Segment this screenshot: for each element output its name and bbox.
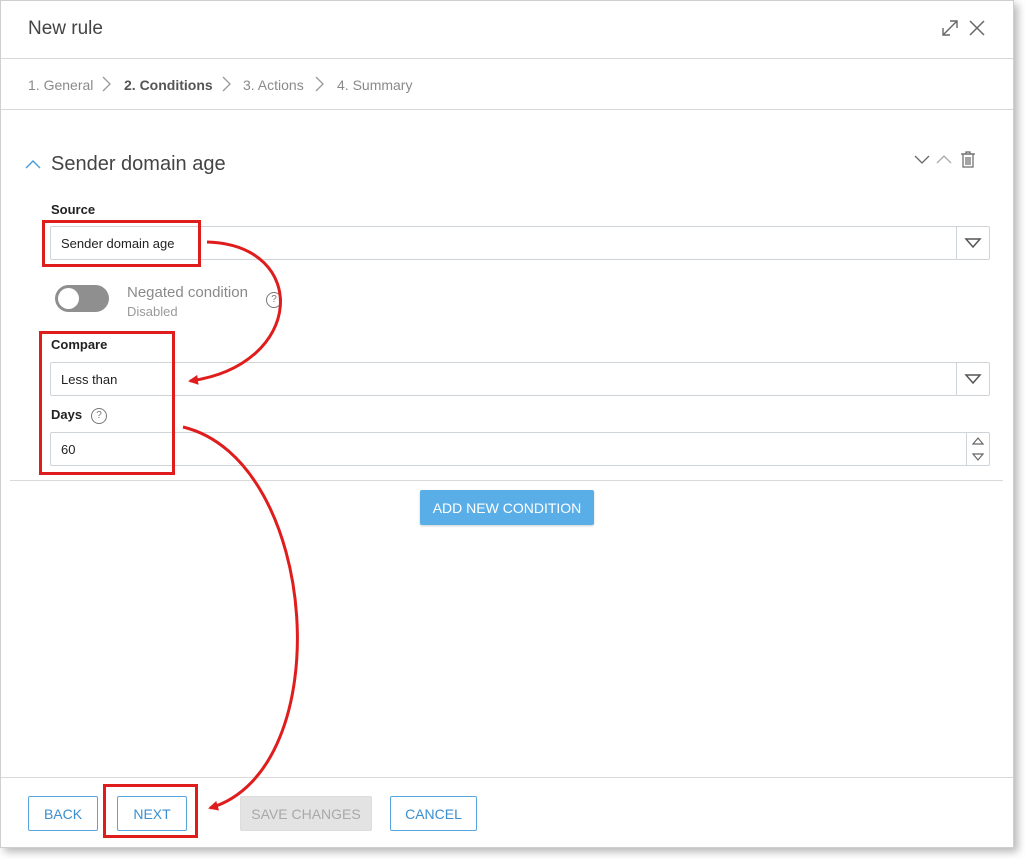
step-summary[interactable]: 4. Summary bbox=[337, 77, 412, 93]
triangle-down-icon bbox=[964, 374, 982, 385]
condition-title: Sender domain age bbox=[51, 153, 226, 175]
annotation-box-source bbox=[42, 220, 201, 267]
back-button[interactable]: BACK bbox=[28, 796, 98, 831]
step-general[interactable]: 1. General bbox=[28, 77, 93, 93]
days-stepper[interactable] bbox=[966, 433, 989, 465]
collapse-chevron-icon[interactable] bbox=[24, 157, 42, 171]
footer-divider bbox=[1, 777, 1013, 778]
save-changes-button: SAVE CHANGES bbox=[240, 796, 372, 831]
condition-divider bbox=[10, 480, 1003, 481]
expand-icon[interactable] bbox=[939, 17, 961, 39]
negated-toggle[interactable] bbox=[55, 285, 109, 312]
toggle-knob bbox=[58, 288, 79, 309]
step-actions[interactable]: 3. Actions bbox=[243, 77, 304, 93]
header-divider bbox=[1, 58, 1013, 59]
move-up-icon[interactable] bbox=[935, 152, 953, 166]
compare-select[interactable]: Less than bbox=[50, 362, 990, 396]
chevron-right-icon bbox=[315, 76, 324, 92]
breadcrumb-divider bbox=[1, 109, 1013, 110]
triangle-down-icon bbox=[964, 238, 982, 249]
negated-condition-label: Negated condition bbox=[127, 284, 248, 301]
stepper-down-icon[interactable] bbox=[967, 449, 989, 465]
annotation-box-next bbox=[103, 784, 198, 838]
move-down-icon[interactable] bbox=[913, 152, 931, 166]
negated-condition-state: Disabled bbox=[127, 304, 178, 319]
close-icon[interactable] bbox=[966, 17, 988, 39]
stepper-up-icon[interactable] bbox=[967, 433, 989, 449]
chevron-right-icon bbox=[102, 76, 111, 92]
step-conditions[interactable]: 2. Conditions bbox=[124, 77, 213, 93]
days-input[interactable]: 60 bbox=[50, 432, 990, 466]
annotation-box-compare-days bbox=[39, 331, 175, 475]
compare-dropdown-button[interactable] bbox=[956, 363, 989, 395]
cancel-button[interactable]: CANCEL bbox=[390, 796, 477, 831]
add-new-condition-button[interactable]: ADD NEW CONDITION bbox=[420, 490, 594, 525]
source-label: Source bbox=[51, 202, 96, 217]
dialog-title: New rule bbox=[28, 18, 103, 39]
help-icon[interactable]: ? bbox=[266, 292, 282, 308]
trash-icon[interactable] bbox=[960, 150, 976, 168]
source-dropdown-button[interactable] bbox=[956, 227, 989, 259]
chevron-right-icon bbox=[222, 76, 231, 92]
